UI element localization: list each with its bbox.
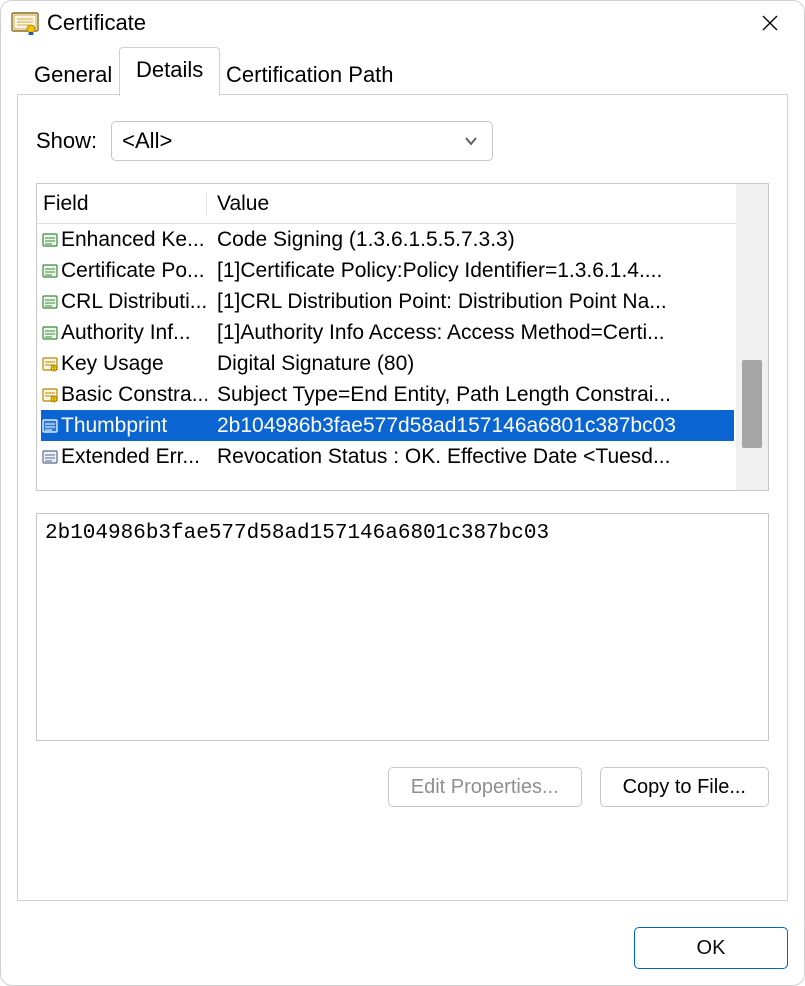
fields-listview: Field Value Enhanced Ke...Code Signing (… [36, 183, 769, 491]
show-row: Show: <All> [36, 121, 769, 161]
cell-field-text: Thumbprint [61, 414, 167, 438]
cell-field-text: Extended Err... [61, 445, 200, 469]
cell-field: CRL Distributi... [37, 290, 207, 314]
cell-value: Code Signing (1.3.6.1.5.5.7.3.3) [207, 228, 736, 252]
tab-details-label: Details [136, 57, 203, 83]
tab-general[interactable]: General [17, 53, 129, 95]
listview-content: Field Value Enhanced Ke...Code Signing (… [37, 184, 736, 490]
column-header-value[interactable]: Value [207, 192, 736, 216]
certificate-icon [11, 11, 39, 35]
details-panel: Show: <All> Field Value Enhanced Ke...Co… [17, 95, 788, 901]
detail-value-box[interactable]: 2b104986b3fae577d58ad157146a6801c387bc03 [36, 513, 769, 741]
window-title: Certificate [47, 10, 146, 36]
list-row[interactable]: Enhanced Ke...Code Signing (1.3.6.1.5.5.… [37, 224, 736, 255]
cell-field: Extended Err... [37, 445, 207, 469]
list-row[interactable]: Basic Constra...Subject Type=End Entity,… [37, 379, 736, 410]
cell-field-text: Key Usage [61, 352, 164, 376]
cell-field-text: Basic Constra... [61, 383, 207, 407]
chevron-down-icon [464, 134, 478, 148]
cell-value: Digital Signature (80) [207, 352, 736, 376]
listview-rows: Enhanced Ke...Code Signing (1.3.6.1.5.5.… [37, 224, 736, 472]
show-label: Show: [36, 128, 97, 154]
tab-strip: General Details Certification Path [17, 45, 788, 95]
cell-value: 2b104986b3fae577d58ad157146a6801c387bc03 [207, 414, 734, 438]
tab-certpath-label: Certification Path [226, 62, 394, 88]
listview-header[interactable]: Field Value [37, 184, 736, 224]
list-row[interactable]: Authority Inf... [1]Authority Info Access… [37, 317, 736, 348]
cell-field-text: Certificate Po... [61, 259, 205, 283]
cell-field-text: Enhanced Ke... [61, 228, 205, 252]
list-row[interactable]: CRL Distributi...[1]CRL Distribution Poi… [37, 286, 736, 317]
listview-scrollbar[interactable] [736, 184, 768, 490]
cell-value: Subject Type=End Entity, Path Length Con… [207, 383, 736, 407]
dialog-body: General Details Certification Path Show:… [1, 45, 804, 917]
title-left: Certificate [11, 10, 146, 36]
cell-field: Key Usage [37, 352, 207, 376]
list-row[interactable]: Extended Err... Revocation Status : OK. E… [37, 441, 736, 472]
ok-button[interactable]: OK [634, 927, 788, 969]
cell-field: Basic Constra... [37, 383, 207, 407]
copy-to-file-button[interactable]: Copy to File... [600, 767, 769, 807]
cell-value: [1]Certificate Policy:Policy Identifier=… [207, 259, 736, 283]
edit-properties-button[interactable]: Edit Properties... [388, 767, 582, 807]
tab-certification-path[interactable]: Certification Path [209, 53, 411, 95]
cell-field: Authority Inf... [37, 321, 207, 345]
show-combobox-value: <All> [122, 128, 172, 154]
cell-field-text: CRL Distributi... [61, 290, 207, 314]
column-header-field[interactable]: Field [37, 192, 207, 216]
certificate-dialog: Certificate General Details Certificatio… [0, 0, 805, 986]
cell-value: Revocation Status : OK. Effective Date <… [207, 445, 736, 469]
cell-value: [1]CRL Distribution Point: Distribution … [207, 290, 736, 314]
close-button[interactable] [754, 7, 786, 39]
scrollbar-thumb[interactable] [742, 360, 762, 448]
tab-general-label: General [34, 62, 112, 88]
title-bar: Certificate [1, 1, 804, 45]
cell-field: Certificate Po... [37, 259, 207, 283]
dialog-footer: OK [1, 917, 804, 985]
tab-details[interactable]: Details [119, 47, 220, 96]
cell-field-text: Authority Inf... [61, 321, 191, 345]
list-row[interactable]: Certificate Po...[1]Certificate Policy:P… [37, 255, 736, 286]
list-row[interactable]: Thumbprint 2b104986b3fae577d58ad157146a68… [41, 410, 734, 441]
list-row[interactable]: Key Usage Digital Signature (80) [37, 348, 736, 379]
panel-buttons: Edit Properties... Copy to File... [36, 767, 769, 807]
cell-value: [1]Authority Info Access: Access Method=… [207, 321, 736, 345]
cell-field: Thumbprint [41, 414, 207, 438]
close-icon [761, 14, 779, 32]
show-combobox[interactable]: <All> [111, 121, 493, 161]
cell-field: Enhanced Ke... [37, 228, 207, 252]
